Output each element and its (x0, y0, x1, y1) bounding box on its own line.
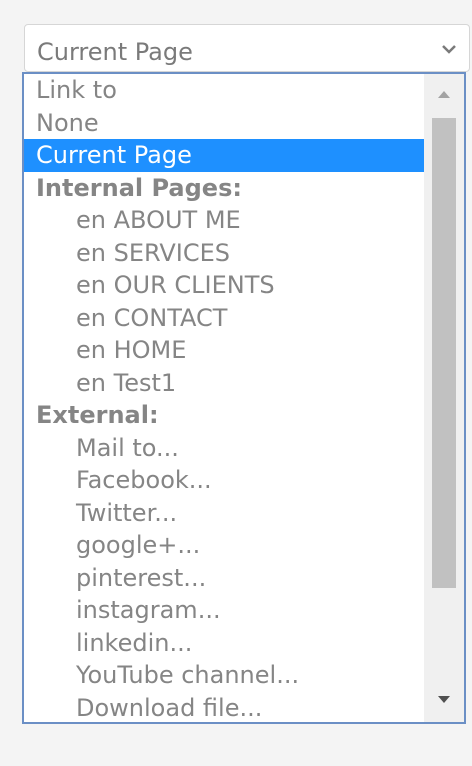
dropdown-option[interactable]: Link to (24, 74, 426, 107)
dropdown-option[interactable]: Facebook... (24, 464, 426, 497)
dropdown-option[interactable]: google+... (24, 529, 426, 562)
option-group-label: Internal Pages: (36, 173, 242, 202)
chevron-down-icon[interactable] (441, 41, 457, 55)
dropdown-list: Link to None Current Page Internal Pages: en… (22, 72, 466, 724)
scrollbar[interactable] (424, 74, 464, 722)
dropdown-option[interactable]: pinterest... (24, 562, 426, 595)
link-select-widget: Current Page Link to None Current Page Inte… (0, 0, 472, 766)
dropdown-option[interactable]: en ABOUT ME (24, 204, 426, 237)
dropdown-option[interactable]: en SERVICES (24, 237, 426, 270)
select-current-value: Current Page (37, 38, 193, 66)
dropdown-option[interactable]: en Test1 (24, 367, 426, 400)
options-list: Link to None Current Page Internal Pages: en… (24, 74, 426, 723)
scroll-up-arrow-icon[interactable] (424, 74, 464, 114)
dropdown-option[interactable]: Twitter... (24, 497, 426, 530)
dropdown-option[interactable]: None (24, 107, 426, 140)
option-group-label: External: (36, 401, 159, 429)
dropdown-option[interactable]: linkedin... (24, 627, 426, 660)
dropdown-option[interactable]: instagram... (24, 594, 426, 627)
dropdown-option[interactable]: Download file... (24, 692, 426, 723)
dropdown-option[interactable]: en OUR CLIENTS (24, 269, 426, 302)
dropdown-option[interactable]: en HOME (24, 334, 426, 367)
dropdown-option[interactable]: YouTube channel... (24, 659, 426, 692)
link-select[interactable]: Current Page (24, 24, 470, 72)
dropdown-option[interactable]: Current Page (24, 139, 426, 172)
scroll-thumb[interactable] (432, 118, 456, 588)
scroll-down-arrow-icon[interactable] (424, 682, 464, 722)
dropdown-option[interactable]: Mail to... (24, 432, 426, 465)
background-area (0, 724, 472, 766)
dropdown-option[interactable]: en CONTACT (24, 302, 426, 335)
